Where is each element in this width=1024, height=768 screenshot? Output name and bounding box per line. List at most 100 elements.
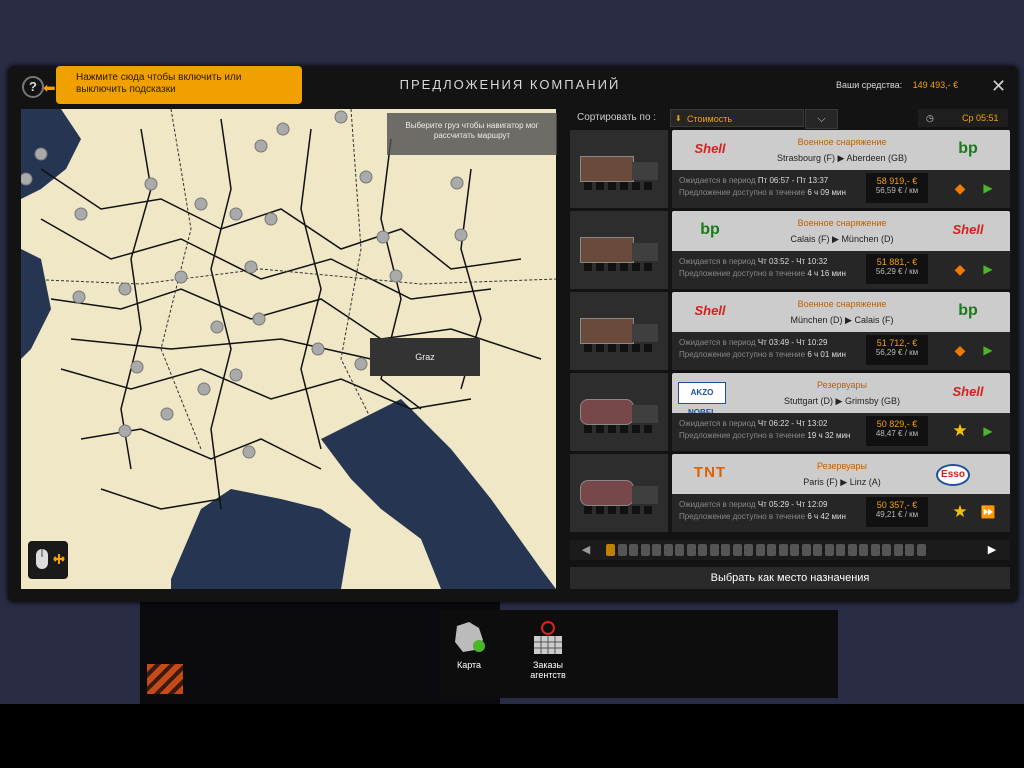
page-dot[interactable]	[790, 544, 799, 556]
offer-card[interactable]: bp Военное снаряжение Calais (F) ▶ Münch…	[672, 211, 1010, 289]
page-dot[interactable]	[801, 544, 811, 556]
offer-details: Ожидается в период Чт 03:49 - Чт 10:29 П…	[672, 332, 1010, 370]
nav-agency-orders[interactable]: Заказы агентств	[513, 620, 583, 680]
period-value: Чт 03:49 - Чт 10:29	[757, 338, 828, 347]
play-icon[interactable]: ▶	[978, 421, 998, 441]
page-dot[interactable]	[744, 544, 753, 556]
page-dot[interactable]	[663, 544, 673, 556]
page-dot[interactable]	[767, 544, 776, 556]
page-dot[interactable]	[882, 544, 891, 556]
offer-row[interactable]: bp Военное снаряжение Calais (F) ▶ Münch…	[570, 211, 1010, 289]
offer-details: Ожидается в период Чт 03:52 - Чт 10:32 П…	[672, 251, 1010, 289]
page-dot[interactable]	[813, 544, 822, 556]
page-dot[interactable]	[824, 544, 834, 556]
offer-card[interactable]: Shell Военное снаряжение München (D) ▶ C…	[672, 292, 1010, 370]
next-page-icon[interactable]: ▶	[984, 540, 1000, 560]
sea-north	[21, 109, 81, 199]
help-toggle-button[interactable]: ?	[22, 76, 44, 98]
availability-value: 19 ч 32 мин	[807, 431, 851, 440]
page-dot[interactable]	[606, 544, 615, 556]
offer-row[interactable]: AKZO NOBEL Резервуары Stuttgart (D) ▶ Gr…	[570, 373, 1010, 451]
play-icon[interactable]: ▶	[978, 340, 998, 360]
funds-amount: 149 493,- €	[912, 80, 959, 90]
sea-mediterranean	[171, 489, 351, 589]
map-icon	[455, 622, 485, 652]
availability-label: Предложение доступно в течение	[679, 269, 806, 278]
mouse-drag-icon[interactable]	[28, 541, 68, 579]
page-dot[interactable]	[870, 544, 880, 556]
payment-total: 58 919,- €	[876, 176, 918, 186]
clock-icon: ◷	[926, 113, 934, 123]
close-icon[interactable]: ✕	[991, 76, 1006, 97]
page-dot[interactable]	[836, 544, 845, 556]
offer-row[interactable]: Shell Военное снаряжение München (D) ▶ C…	[570, 292, 1010, 370]
period-text: Ожидается в период Чт 06:22 - Чт 13:02	[679, 419, 827, 428]
page-dot[interactable]	[617, 544, 627, 556]
play-icon[interactable]: ▶	[978, 178, 998, 198]
trailer-thumbnail	[570, 130, 668, 208]
payment-total: 51 881,- €	[876, 257, 918, 267]
dest-company-logo: bp	[958, 302, 978, 319]
page-dot[interactable]	[629, 544, 638, 556]
letterbox-bottom	[0, 704, 1024, 768]
period-value: Чт 06:22 - Чт 13:02	[757, 419, 828, 428]
fast-forward-icon[interactable]: ⏩	[978, 502, 998, 522]
availability-value: 6 ч 09 мин	[807, 188, 846, 197]
route: Stuttgart (D) ▶ Grimsby (GB)	[784, 396, 900, 406]
game-clock: ◷ Ср 05:51	[918, 109, 1008, 127]
payment-box: 50 829,- €48,47 € / км	[866, 416, 928, 446]
page-dot[interactable]	[675, 544, 684, 556]
trailer-thumbnail	[570, 292, 668, 370]
play-icon[interactable]: ▶	[978, 259, 998, 279]
page-dot[interactable]	[698, 544, 707, 556]
page-dot[interactable]	[859, 544, 868, 556]
page-dot[interactable]	[778, 544, 788, 556]
dest-company-logo: Shell	[952, 222, 984, 237]
sort-label: Сортировать по :	[577, 112, 657, 123]
page-dot[interactable]	[755, 544, 765, 556]
nav-agency-label-1: Заказы	[532, 660, 564, 670]
payment-box: 50 357,- €49,21 € / км	[866, 497, 928, 527]
availability-value: 6 ч 42 мин	[807, 512, 846, 521]
offer-card[interactable]: Shell Военное снаряжение Strasbourg (F) …	[672, 130, 1010, 208]
trailer-thumbnail	[570, 211, 668, 289]
hazard-icon: ◆	[954, 180, 966, 196]
page-dot[interactable]	[893, 544, 903, 556]
offer-details: Ожидается в период Чт 05:29 - Чт 12:09 П…	[672, 494, 1010, 532]
offer-card[interactable]: AKZO NOBEL Резервуары Stuttgart (D) ▶ Gr…	[672, 373, 1010, 451]
page-dot[interactable]	[847, 544, 857, 556]
sort-dropdown[interactable]: Стоимость	[670, 109, 804, 128]
page-dot[interactable]	[721, 544, 730, 556]
page-dots	[606, 543, 928, 561]
dest-company-logo: bp	[958, 140, 978, 157]
offer-row[interactable]: Shell Военное снаряжение Strasbourg (F) …	[570, 130, 1010, 208]
payment-total: 51 712,- €	[876, 338, 918, 348]
page-dot[interactable]	[640, 544, 650, 556]
page-dot[interactable]	[652, 544, 661, 556]
route: München (D) ▶ Calais (F)	[790, 315, 894, 325]
select-destination-button[interactable]: Выбрать как место назначения	[570, 567, 1010, 589]
period-value: Чт 05:29 - Чт 12:09	[757, 500, 828, 509]
road-network	[40, 118, 542, 510]
page-dot[interactable]	[905, 544, 914, 556]
offer-row[interactable]: TNT Резервуары Paris (F) ▶ Linz (A) Esso…	[570, 454, 1010, 532]
page-dot[interactable]	[916, 544, 926, 556]
chevron-down-icon[interactable]: ⌵	[805, 109, 838, 129]
page-dot[interactable]	[686, 544, 696, 556]
prev-page-icon[interactable]: ◀	[578, 540, 594, 560]
trailer-thumbnail	[570, 373, 668, 451]
star-icon: ★	[952, 502, 968, 521]
cargo-name: Военное снаряжение	[797, 299, 887, 309]
page-dot[interactable]	[709, 544, 719, 556]
page-dot[interactable]	[732, 544, 742, 556]
page-title: ПРЕДЛОЖЕНИЯ КОМПАНИЙ	[399, 77, 621, 92]
clock-time: Ср 05:51	[962, 113, 999, 123]
period-text: Ожидается в период Пт 06:57 - Пт 13:37	[679, 176, 828, 185]
nav-map[interactable]: Карта	[434, 620, 504, 670]
availability-text: Предложение доступно в течение 6 ч 09 ми…	[679, 188, 846, 197]
star-icon: ★	[952, 421, 968, 440]
cargo-name: Резервуары	[817, 461, 867, 471]
period-label: Ожидается в период	[679, 419, 756, 428]
offer-card[interactable]: TNT Резервуары Paris (F) ▶ Linz (A) Esso…	[672, 454, 1010, 532]
availability-label: Предложение доступно в течение	[679, 188, 806, 197]
